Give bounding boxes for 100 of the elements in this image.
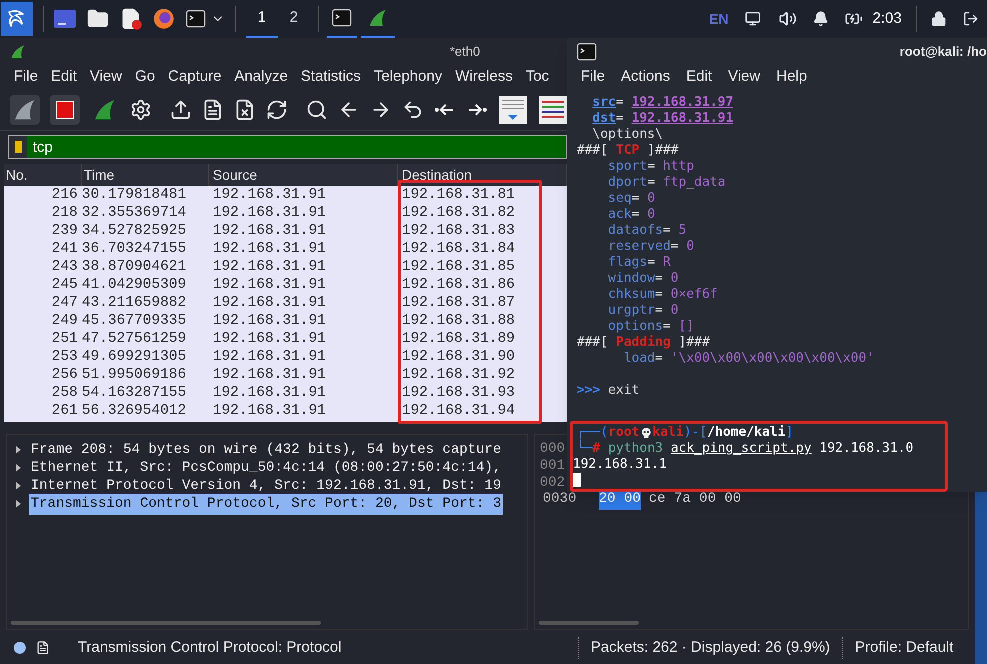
terminal-line: options= [] [607,319,696,335]
kali-menu-button[interactable] [1,2,33,36]
scrollbar[interactable] [11,621,321,625]
autoscroll-icon[interactable] [498,95,528,125]
terminal-icon[interactable] [186,10,206,28]
edit-icon[interactable] [36,641,50,655]
prompt-line: ┌──(root kali)-[/home/kali] [577,425,795,440]
table-cell-text: 192.168.31.91 [212,294,328,312]
scrollbar[interactable] [539,621,639,625]
collapsed-arrow-icon[interactable] [14,482,22,490]
tree-item[interactable]: Frame 208: 54 bytes on wire (432 bits), 54 bytes capture [29,440,504,460]
menu-item[interactable]: Analyze [234,66,288,89]
terminal-line: ###[ Padding ]### [577,335,712,351]
menu-item[interactable]: File [14,66,38,89]
folder-icon[interactable] [87,8,109,30]
table-cell-text: 54.163287155 [82,384,188,402]
file-icon[interactable] [202,99,224,121]
packet-row[interactable]: 258 54.163287155 192.168.31.91 192.168.31.93 [4,384,567,402]
colorize-icon[interactable] [538,95,568,125]
packet-row[interactable]: 241 36.703247155 192.168.31.91 192.168.31.84 [4,240,567,258]
table-cell-text: 192.168.31.88 [401,312,516,330]
menu-item[interactable]: Edit [51,66,78,89]
table-cell-text: 251 [50,330,79,348]
menu-item[interactable]: Edit [686,66,712,89]
menu-item[interactable]: Wireless [455,66,513,89]
tree-item[interactable]: Ethernet II, Src: PcsCompu_50:4c:14 (08:00:27:50:4c:14), [29,458,504,478]
table-cell-text: 192.168.31.81 [401,186,516,204]
menu-item[interactable]: Toc [526,66,550,89]
table-cell-text: 192.168.31.90 [401,348,516,366]
packet-row[interactable]: 243 38.870904621 192.168.31.91 192.168.31.85 [4,258,567,276]
table-cell-text: 38.870904621 [82,258,188,276]
menu-item[interactable]: Capture [168,66,222,89]
table-cell-text: 192.168.31.89 [401,330,516,348]
table-cell-text: 192.168.31.84 [401,240,516,258]
table-cell-text: 51.995069186 [82,366,188,384]
search-icon[interactable] [306,99,328,121]
menu-item[interactable]: Actions [621,66,670,89]
display-icon[interactable] [744,11,761,27]
browser-icon[interactable] [153,8,175,30]
lock-icon[interactable] [931,11,947,27]
table-cell-text: 34.527825925 [82,222,188,240]
settings-icon[interactable] [130,99,152,121]
close-file-icon[interactable] [234,99,256,121]
notification-icon[interactable] [812,11,829,27]
table-cell-text: 192.168.31.91 [212,276,328,294]
upload-icon[interactable] [170,99,192,121]
table-cell-text: 36.703247155 [82,240,188,258]
start-capture-button[interactable] [10,95,40,125]
workspace-button[interactable]: 2 [278,0,310,38]
shark-fin-icon [10,44,26,60]
packet-row[interactable]: 239 34.527825925 192.168.31.91 192.168.31.83 [4,222,567,240]
table-cell-text: 192.168.31.91 [212,402,328,420]
table-cell-text: 192.168.31.91 [212,258,328,276]
tree-item[interactable]: Transmission Control Protocol, Src Port: 20, Dst Port: 3 [29,494,504,514]
table-cell-text: 192.168.31.91 [212,186,328,204]
terminal-icon [577,42,597,60]
text-editor-icon[interactable] [120,8,142,30]
menu-item[interactable]: File [581,66,606,89]
table-cell-text: 192.168.31.91 [212,330,328,348]
clock[interactable]: 2:03 [872,8,902,30]
terminal-line: load= '\x00\x00\x00\x00\x00\x00' [622,351,876,367]
packet-row[interactable]: 261 56.326954012 192.168.31.91 192.168.31.94 [4,402,567,420]
table-cell-text: 243 [50,258,79,276]
tree-item[interactable]: Internet Protocol Version 4, Src: 192.168.31.91, Dst: 19 [29,476,504,496]
packet-row[interactable]: 216 30.179818481 192.168.31.91 192.168.31.81 [4,186,567,204]
cursor [573,473,581,487]
command-line: └─# python3 ack_ping_script.py 192.168.31.0 [577,441,915,457]
keyboard-layout[interactable]: EN [709,8,729,30]
collapsed-arrow-icon[interactable] [14,500,22,508]
collapsed-arrow-icon[interactable] [14,464,22,472]
menu-item[interactable]: Statistics [301,66,362,89]
terminal-line: urgptr= 0 [607,303,680,319]
reload-icon[interactable] [266,99,288,121]
packet-row[interactable]: 251 47.527561259 192.168.31.91 192.168.31.89 [4,330,567,348]
table-cell-text: 45.367709335 [82,312,188,330]
menu-item[interactable]: Go [135,66,156,89]
offset-label: 001 [540,458,566,474]
volume-icon[interactable] [778,10,797,28]
window-title: root@kali: /ho [900,42,987,61]
table-cell-text: 247 [50,294,79,312]
menu-item[interactable]: View [728,66,760,89]
table-cell-text: 241 [50,240,79,258]
packet-row[interactable]: 249 45.367709335 192.168.31.91 192.168.31.88 [4,312,567,330]
stop-capture-button[interactable] [50,95,80,125]
collapsed-arrow-icon[interactable] [14,446,22,454]
status-indicator-icon[interactable] [14,642,26,654]
menu-item[interactable]: Telephony [374,66,442,89]
menu-item[interactable]: Help [776,66,808,89]
desktop-icon[interactable] [54,10,76,28]
table-cell-text: 253 [50,348,79,366]
jump-icon[interactable] [402,99,424,121]
packet-row[interactable]: 253 49.699291305 192.168.31.91 192.168.31.90 [4,348,567,366]
packet-row[interactable]: 245 41.042905309 192.168.31.91 192.168.31.86 [4,276,567,294]
packet-row[interactable]: 218 32.355369714 192.168.31.91 192.168.31.82 [4,204,567,222]
logout-icon[interactable] [963,11,979,27]
menu-item[interactable]: View [90,66,122,89]
offset-label: 002 [540,475,566,491]
table-cell-text: 49.699291305 [82,348,188,366]
packet-row[interactable]: 247 43.211659882 192.168.31.91 192.168.31.87 [4,294,567,312]
packet-row[interactable]: 256 51.995069186 192.168.31.91 192.168.31.92 [4,366,567,384]
